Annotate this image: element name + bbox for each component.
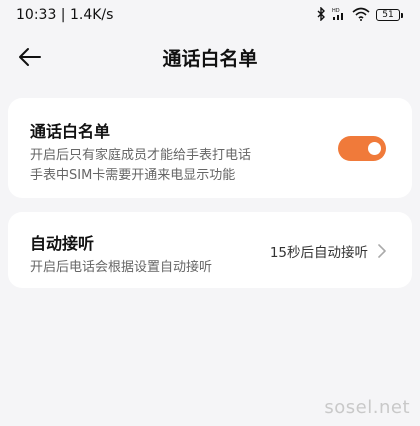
auto-answer-card[interactable]: 自动接听 开启后电话会根据设置自动接听 15秒后自动接听 <box>8 212 412 288</box>
watermark: sosel.net <box>324 397 410 418</box>
whitelist-title: 通话白名单 <box>30 122 111 141</box>
svg-text:HD: HD <box>332 8 340 14</box>
status-bar: 10:33 | 1.4K/s HD 51 <box>0 0 420 30</box>
auto-answer-value: 15秒后自动接听 <box>269 245 368 261</box>
hd-signal-icon: HD <box>332 6 346 25</box>
battery-level: 51 <box>382 9 394 20</box>
battery-icon: 51 <box>376 9 403 21</box>
whitelist-description-line2: 手表中SIM卡需要开通来电显示功能 <box>30 168 236 183</box>
whitelist-card: 通话白名单 开启后只有家庭成员才能给手表打电话 手表中SIM卡需要开通来电显示功… <box>8 98 412 198</box>
header: 通话白名单 <box>0 40 420 74</box>
toggle-knob <box>368 142 381 155</box>
status-time-speed: 10:33 | 1.4K/s <box>16 7 114 23</box>
whitelist-description-line1: 开启后只有家庭成员才能给手表打电话 <box>30 148 252 163</box>
chevron-right-icon <box>378 244 386 258</box>
wifi-icon <box>352 6 370 25</box>
auto-answer-description: 开启后电话会根据设置自动接听 <box>30 260 213 275</box>
whitelist-toggle[interactable] <box>338 136 386 161</box>
status-icons: HD 51 <box>317 5 403 25</box>
auto-answer-value-row[interactable]: 15秒后自动接听 <box>270 241 386 261</box>
bluetooth-icon <box>317 5 326 25</box>
page-title: 通话白名单 <box>162 47 258 70</box>
auto-answer-title: 自动接听 <box>30 234 95 253</box>
